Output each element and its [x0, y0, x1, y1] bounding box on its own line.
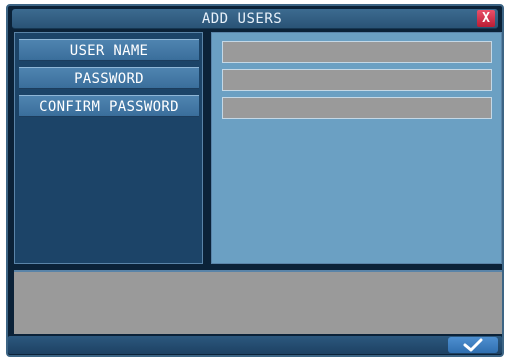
- password-label: PASSWORD: [19, 67, 199, 89]
- dialog-title: ADD USERS: [201, 11, 283, 27]
- password-input[interactable]: [222, 69, 492, 91]
- user-name-label: USER NAME: [19, 39, 199, 61]
- field-inputs-panel: [211, 32, 502, 264]
- ok-button[interactable]: [448, 337, 498, 353]
- confirm-password-input[interactable]: [222, 97, 492, 119]
- confirm-password-label: CONFIRM PASSWORD: [19, 95, 199, 117]
- user-name-input[interactable]: [222, 41, 492, 63]
- field-labels-panel: USER NAME PASSWORD CONFIRM PASSWORD: [14, 32, 203, 264]
- checkmark-icon: [463, 338, 483, 352]
- close-button[interactable]: X: [477, 10, 495, 27]
- message-area: [14, 270, 502, 334]
- title-bar: ADD USERS X: [12, 9, 498, 29]
- bottom-bar: [8, 336, 502, 354]
